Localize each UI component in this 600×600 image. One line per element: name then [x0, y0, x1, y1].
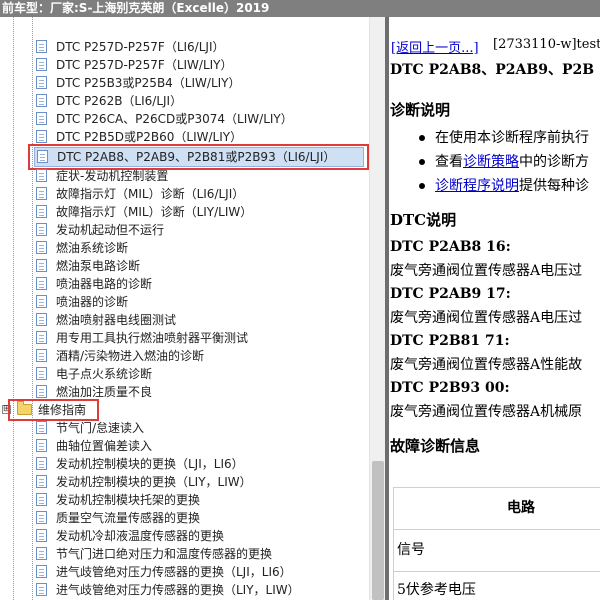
document-icon: [36, 58, 47, 71]
document-icon: [36, 130, 47, 143]
navigation-tree-pane[interactable]: DTC P257D-P257F（LI6/LJI） DTC P257D-P257F…: [0, 17, 386, 600]
document-icon: [36, 259, 47, 272]
document-icon: [36, 511, 47, 524]
document-icon: [36, 565, 47, 578]
document-icon: [36, 112, 47, 125]
diagnostic-procedure-link[interactable]: 诊断程序说明: [435, 178, 519, 194]
document-content-pane: [返回上一页...] [2733110-w]test2 DTC P2AB8、P2…: [389, 17, 600, 600]
back-link[interactable]: [返回上一页...]: [391, 37, 479, 56]
scrollbar-thumb[interactable]: [372, 461, 384, 600]
highlight-box: [8, 399, 99, 421]
bullet-text: 查看诊断策略中的诊断方: [435, 154, 589, 170]
table-cell: 信号: [397, 542, 425, 558]
document-icon: [36, 205, 47, 218]
dtc-desc: 废气旁通阀位置传感器A机械原: [390, 404, 583, 420]
document-icon: [36, 331, 47, 344]
document-icon: [36, 475, 47, 488]
diagnostic-description-title: 诊断说明: [390, 101, 451, 119]
document-icon: [36, 349, 47, 362]
diagnostic-strategy-link[interactable]: 诊断策略: [463, 154, 519, 170]
document-icon: [36, 223, 47, 236]
window-title-bar: 前车型：厂家:S-上海别克英朗（Excelle）2019: [0, 0, 600, 17]
document-icon: [36, 313, 47, 326]
document-icon: [36, 169, 47, 182]
dtc-desc: 废气旁通阀位置传感器A性能故: [390, 357, 583, 373]
document-icon: [36, 277, 47, 290]
document-icon: [36, 493, 47, 506]
table-cell: 5伏参考电压: [397, 582, 476, 598]
tree-guide-line: [32, 17, 33, 600]
document-icon: [36, 385, 47, 398]
vertical-scrollbar[interactable]: [369, 17, 386, 600]
page-heading: DTC P2AB8、P2AB9、P2B: [390, 62, 595, 78]
dtc-code: DTC P2AB8 16:: [390, 239, 511, 255]
table-header: 电路: [507, 500, 535, 516]
dtc-description-title: DTC说明: [390, 211, 457, 229]
bullet-icon: [419, 135, 425, 141]
document-icon: [36, 295, 47, 308]
document-icon: [36, 241, 47, 254]
document-icon: [36, 76, 47, 89]
document-icon: [36, 547, 47, 560]
bullet-icon: [419, 183, 425, 189]
tree-guide-line: [13, 17, 14, 600]
document-icon: [36, 457, 47, 470]
document-icon: [36, 94, 47, 107]
document-reference: [2733110-w]test2: [493, 37, 600, 52]
table-divider: [393, 571, 600, 572]
dtc-code: DTC P2AB9 17:: [390, 286, 511, 302]
dtc-desc: 废气旁通阀位置传感器A电压过: [390, 310, 583, 326]
document-icon: [36, 529, 47, 542]
bullet-text: 在使用本诊断程序前执行: [435, 130, 589, 146]
fault-info-title: 故障诊断信息: [390, 437, 481, 455]
bullet-text: 诊断程序说明提供每种诊: [435, 178, 589, 194]
dtc-desc: 废气旁通阀位置传感器A电压过: [390, 263, 583, 279]
document-icon: [36, 367, 47, 380]
table-divider: [393, 529, 600, 530]
document-icon: [36, 187, 47, 200]
document-icon: [36, 421, 47, 434]
document-icon: [36, 439, 47, 452]
dtc-code: DTC P2B93 00:: [390, 380, 510, 396]
document-icon: [36, 40, 47, 53]
bullet-icon: [419, 159, 425, 165]
dtc-code: DTC P2B81 71:: [390, 333, 510, 349]
document-icon: [36, 583, 47, 596]
